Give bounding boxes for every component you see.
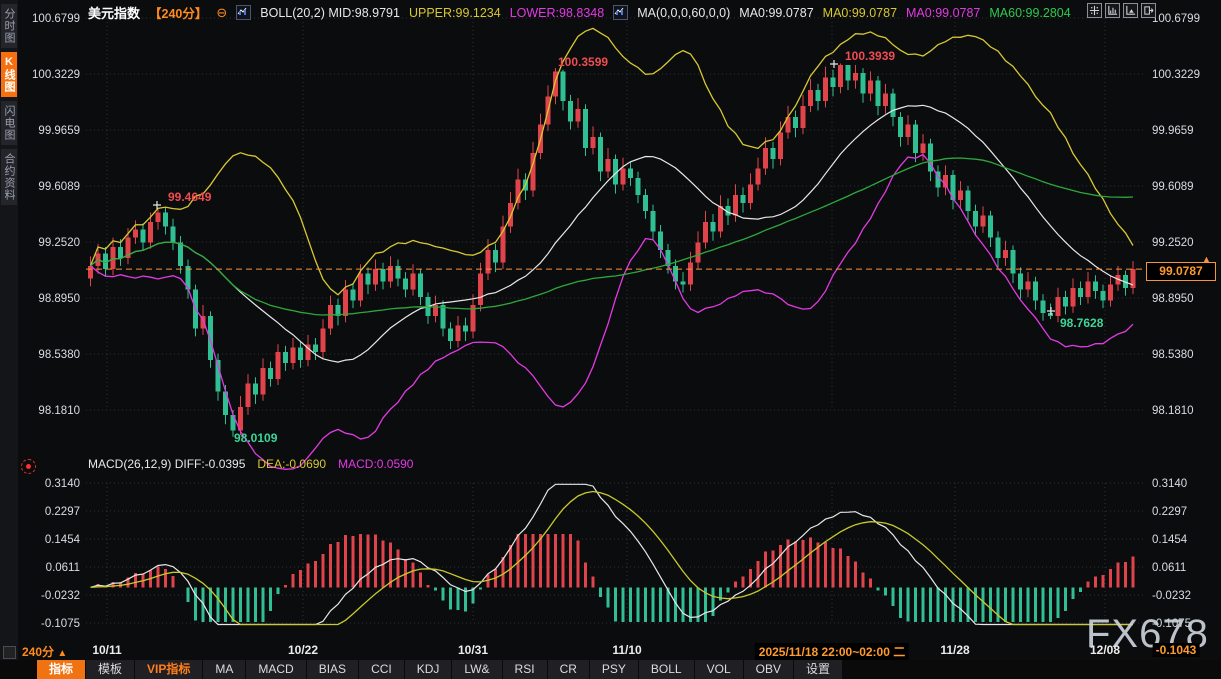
- ma-indicator-icon[interactable]: [613, 5, 628, 20]
- toolbar-item-obv[interactable]: OBV: [744, 660, 794, 679]
- ma0-value-3: MA0:99.0787: [906, 6, 980, 20]
- price-axis-label-left: 100.3229: [32, 69, 80, 81]
- price-axis-label-right: 98.8950: [1152, 293, 1194, 305]
- selected-candle-date-badge: 2025/11/18 22:00~02:00 二: [755, 643, 909, 660]
- x-axis-label: 11/28: [940, 643, 969, 657]
- crosshair-icon[interactable]: [1087, 3, 1102, 18]
- price-axis-label-right: 100.6799: [1152, 13, 1200, 25]
- collapse-panel-button[interactable]: [3, 646, 16, 659]
- toolbar-item-vol[interactable]: VOL: [695, 660, 744, 679]
- x-axis-row: 240分 ▲ -0.1043 10/11 10/22 10/31 11/10 2025/…: [0, 641, 1221, 660]
- ma60-value: MA60:99.2804: [989, 6, 1070, 20]
- boll-lower-value: LOWER:98.8348: [510, 6, 605, 20]
- symbol-name: 美元指数: [88, 3, 140, 22]
- x-axis-label: 12/08: [1090, 643, 1120, 657]
- x-axis-label: 11/10: [612, 643, 641, 657]
- sidebar-tab-lightning[interactable]: 闪电图: [1, 101, 17, 145]
- toolbar-item-boll[interactable]: BOLL: [639, 660, 695, 679]
- macd-axis-label-right: -0.0232: [1152, 590, 1191, 602]
- toolbar-item-indicator[interactable]: 指标: [37, 660, 86, 679]
- price-axis-label-left: 99.6089: [38, 181, 80, 193]
- current-price-badge: 99.0787: [1146, 262, 1216, 281]
- price-axis-label-left: 99.2520: [38, 237, 80, 249]
- toolbar-item-lw[interactable]: LW&: [452, 660, 502, 679]
- ma-params: MA(0,0,0,60,0,0): [637, 6, 730, 20]
- toolbar-item-ma[interactable]: MA: [203, 660, 246, 679]
- ma0-value-2: MA0:99.0787: [823, 6, 897, 20]
- macd-axis-label-left: 0.1454: [45, 534, 81, 546]
- macd-dea-value: DEA:-0.0690: [257, 457, 326, 471]
- app-window: 100.6799 100.6799 100.3229 100.3229 99.9659 9…: [0, 0, 1221, 679]
- price-axis-label-left: 98.8950: [38, 293, 80, 305]
- export-chart-icon[interactable]: [1141, 3, 1156, 18]
- price-pin-icon: ▲: [1202, 254, 1211, 264]
- price-axis-label-right: 99.9659: [1152, 125, 1194, 137]
- boll-lower-line: [91, 155, 1134, 470]
- period-label: 【240分】: [149, 3, 207, 22]
- collapse-indicator-icon[interactable]: ⊖: [216, 6, 227, 19]
- candlestick-macd-chart[interactable]: 100.6799 100.6799 100.3229 100.3229 99.9659 9…: [0, 0, 1221, 679]
- price-axis-label-right: 99.2520: [1152, 237, 1194, 249]
- boll-indicator-icon[interactable]: [236, 5, 251, 20]
- bottom-toolbar: 指标 模板 VIP指标 MA MACD BIAS CCI KDJ LW& RSI…: [0, 660, 1221, 679]
- toolbar-item-settings[interactable]: 设置: [794, 660, 843, 679]
- price-axis-label-left: 99.9659: [38, 125, 80, 137]
- toolbar-item-rsi[interactable]: RSI: [503, 660, 548, 679]
- macd-diff-value: MACD(26,12,9) DIFF:-0.0395: [88, 457, 245, 471]
- price-axis-label-right: 98.1810: [1152, 405, 1194, 417]
- toolbar-item-cr[interactable]: CR: [548, 660, 590, 679]
- boll-mid-line: [91, 105, 1134, 362]
- extreme-cross-marker: [830, 60, 838, 68]
- price-axis-label-right: 98.5380: [1152, 349, 1194, 361]
- chart-header: 美元指数 【240分】 ⊖ BOLL(20,2) MID:98.9791 UPP…: [88, 3, 1071, 22]
- price-axis-label-right: 99.6089: [1152, 181, 1194, 193]
- price-axis-label-left: 100.6799: [32, 13, 80, 25]
- sidebar-tab-timeshare[interactable]: 分时图: [1, 4, 17, 48]
- toolbar-item-psy[interactable]: PSY: [590, 660, 639, 679]
- toolbar-spacer: [0, 660, 37, 679]
- toolbar-item-template[interactable]: 模板: [86, 660, 135, 679]
- macd-axis-label-right: 0.1454: [1152, 534, 1188, 546]
- sidebar-tab-kline[interactable]: K线图: [1, 52, 17, 97]
- price-axis-label-left: 98.1810: [38, 405, 80, 417]
- macd-axis-label-left: 0.3140: [45, 478, 80, 490]
- boll-upper-line: [91, 28, 1134, 294]
- toolbar-item-cci[interactable]: CCI: [359, 660, 405, 679]
- boll-upper-value: UPPER:99.1234: [409, 6, 501, 20]
- macd-settings-icon[interactable]: [21, 459, 36, 474]
- macd-axis-label-right: 0.3140: [1152, 478, 1187, 490]
- macd-axis-label-right: 0.0611: [1152, 562, 1186, 574]
- x-axis-label: 10/22: [288, 643, 318, 657]
- boll-values: BOLL(20,2) MID:98.9791: [260, 6, 400, 20]
- left-sidebar: 分时图 K线图 闪电图 合约资料: [0, 0, 18, 679]
- macd-axis-label-left: 0.2297: [45, 506, 80, 518]
- macd-bar-value: MACD:0.0590: [338, 457, 413, 471]
- toolbar-item-macd[interactable]: MACD: [246, 660, 306, 679]
- toolbar-item-bias[interactable]: BIAS: [307, 660, 359, 679]
- chart-tool-buttons: [1087, 3, 1156, 18]
- price-axis-label-right: 100.3229: [1152, 69, 1200, 81]
- sidebar-tab-contract-info[interactable]: 合约资料: [1, 149, 17, 205]
- macd-axis-label-left: 0.0611: [46, 562, 80, 574]
- macd-axis-label-left: -0.1075: [41, 618, 80, 630]
- toolbar-item-vip-indicator[interactable]: VIP指标: [135, 660, 203, 679]
- macd-last-value-badge: -0.1043: [1153, 643, 1200, 657]
- x-axis-label: 10/31: [458, 643, 488, 657]
- chevron-up-icon: ▲: [57, 648, 67, 659]
- period-selector-button[interactable]: 240分 ▲: [22, 643, 67, 660]
- ma0-value-1: MA0:99.0787: [739, 6, 813, 20]
- toolbar-item-kdj[interactable]: KDJ: [405, 660, 453, 679]
- price-axis-label-left: 98.5380: [38, 349, 80, 361]
- macd-header: MACD(26,12,9) DIFF:-0.0395 DEA:-0.0690 M…: [88, 457, 413, 471]
- play-chart-icon[interactable]: [1123, 3, 1138, 18]
- x-axis-label: 10/11: [92, 643, 121, 657]
- macd-axis-label-right: 0.2297: [1152, 506, 1187, 518]
- macd-axis-label-left: -0.0232: [41, 590, 80, 602]
- fit-chart-icon[interactable]: [1105, 3, 1120, 18]
